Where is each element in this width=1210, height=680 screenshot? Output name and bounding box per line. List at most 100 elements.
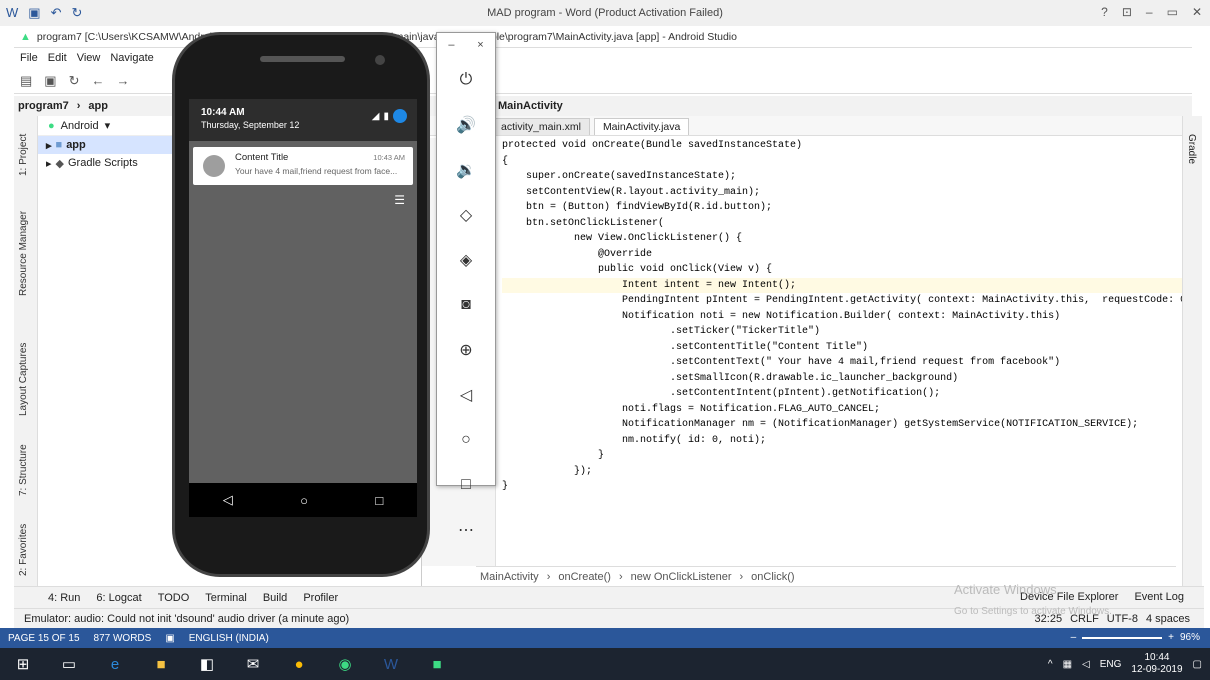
edge-icon[interactable]: e: [102, 654, 128, 674]
todo-tool-button[interactable]: TODO: [158, 592, 190, 604]
screenshot-icon[interactable]: ◙: [437, 282, 495, 327]
menu-navigate[interactable]: Navigate: [110, 52, 153, 64]
mail-icon[interactable]: ✉: [240, 654, 266, 674]
menu-file[interactable]: File: [20, 52, 38, 64]
back-icon[interactable]: ←: [92, 73, 105, 88]
emulator-minimize-button[interactable]: –: [448, 39, 454, 51]
code-area[interactable]: protected void onCreate(Bundle savedInst…: [502, 138, 1186, 566]
more-options-icon[interactable]: ⋯: [437, 507, 495, 552]
crumb-app[interactable]: app: [88, 100, 108, 112]
taskbar-clock[interactable]: 10:44 12-09-2019: [1131, 652, 1182, 676]
overview-button-icon[interactable]: □: [437, 462, 495, 507]
code-line: .setContentTitle("Content Title"): [502, 341, 869, 353]
code-line: });: [502, 465, 593, 477]
zoom-slider[interactable]: [1082, 636, 1163, 639]
windows-start-icon[interactable]: ⊞: [10, 654, 36, 674]
power-icon[interactable]: ⏻: [437, 57, 495, 102]
clear-all-icon[interactable]: ☰: [394, 193, 405, 207]
terminal-tool-button[interactable]: Terminal: [205, 592, 247, 604]
save-all-icon[interactable]: ▣: [44, 73, 56, 89]
run-tool-button[interactable]: 4: Run: [48, 592, 80, 604]
indent-setting[interactable]: 4 spaces: [1146, 613, 1190, 625]
zoom-icon[interactable]: ⊕: [437, 327, 495, 372]
tool-tab-resource-manager[interactable]: Resource Manager: [18, 211, 29, 296]
file-explorer-icon[interactable]: ■: [148, 654, 174, 674]
volume-up-icon[interactable]: 🔊: [437, 102, 495, 147]
zoom-level[interactable]: 96%: [1180, 632, 1200, 643]
close-button[interactable]: ✕: [1192, 5, 1202, 19]
word-icon[interactable]: W: [6, 5, 18, 21]
input-language[interactable]: ENG: [1100, 659, 1122, 670]
emulator-screen[interactable]: 10:44 AM Thursday, September 12 ◢ ▮ Cont…: [189, 99, 417, 517]
expand-icon[interactable]: ▸: [46, 139, 52, 152]
rotate-right-icon[interactable]: ◈: [437, 237, 495, 282]
minimize-button[interactable]: –: [1146, 5, 1153, 19]
chrome-icon[interactable]: ●: [286, 654, 312, 674]
word-count[interactable]: 877 WORDS: [94, 633, 152, 644]
notification-shade-header[interactable]: 10:44 AM Thursday, September 12 ◢ ▮: [189, 99, 417, 141]
code-crumb-method[interactable]: onCreate(): [558, 571, 611, 583]
network-icon[interactable]: ▦: [1063, 659, 1072, 670]
crumb-project[interactable]: program7: [18, 100, 69, 112]
expand-icon[interactable]: ▸: [46, 157, 52, 170]
build-tool-button[interactable]: Build: [263, 592, 287, 604]
emulator-taskbar-icon[interactable]: ■: [424, 654, 450, 674]
menu-edit[interactable]: Edit: [48, 52, 67, 64]
forward-icon[interactable]: →: [117, 73, 130, 88]
tool-tab-layout-captures[interactable]: Layout Captures: [18, 343, 29, 416]
code-crumb-onclick[interactable]: onClick(): [751, 571, 794, 583]
zoom-out-button[interactable]: –: [1071, 632, 1077, 643]
emulator-close-button[interactable]: ×: [477, 39, 483, 51]
back-button-icon[interactable]: ◁: [437, 372, 495, 417]
notification-card[interactable]: Content Title 10:43 AM Your have 4 mail,…: [193, 147, 413, 185]
menu-view[interactable]: View: [77, 52, 101, 64]
tool-tab-favorites[interactable]: 2: Favorites: [18, 524, 29, 576]
event-log-button[interactable]: Event Log: [1134, 591, 1184, 603]
home-button-icon[interactable]: ○: [437, 417, 495, 462]
sync-icon[interactable]: ↻: [69, 73, 80, 89]
volume-icon[interactable]: ◁: [1082, 659, 1090, 670]
code-crumb-listener[interactable]: new OnClickListener: [631, 571, 732, 583]
volume-down-icon[interactable]: 🔉: [437, 147, 495, 192]
android-icon: ●: [48, 119, 55, 132]
page-count[interactable]: PAGE 15 OF 15: [8, 633, 80, 644]
maximize-button[interactable]: ▭: [1167, 5, 1178, 19]
tab-mainactivity-java[interactable]: MainActivity.java: [593, 118, 690, 135]
task-view-icon[interactable]: ▭: [56, 654, 82, 674]
save-icon[interactable]: ▣: [28, 5, 40, 21]
proofing-icon[interactable]: ▣: [165, 633, 174, 644]
store-icon[interactable]: ◧: [194, 654, 220, 674]
tool-tab-project[interactable]: 1: Project: [18, 134, 29, 176]
folder-icon: ■: [55, 139, 63, 151]
profiler-tool-button[interactable]: Profiler: [303, 592, 338, 604]
redo-icon[interactable]: ↻: [71, 5, 82, 21]
user-avatar-icon[interactable]: [393, 109, 407, 123]
code-line: }: [502, 450, 605, 461]
tool-tab-gradle[interactable]: Gradle: [1186, 134, 1197, 164]
show-hidden-icons[interactable]: ^: [1048, 659, 1053, 670]
tab-activity-main-xml[interactable]: activity_main.xml: [492, 118, 590, 135]
recents-nav-icon[interactable]: □: [375, 493, 383, 508]
zoom-in-button[interactable]: +: [1168, 632, 1174, 643]
home-nav-icon[interactable]: ○: [300, 493, 308, 508]
open-folder-icon[interactable]: ▤: [20, 73, 32, 89]
word-taskbar-icon[interactable]: W: [378, 654, 404, 674]
code-line: super.onCreate(savedInstanceState);: [502, 171, 737, 182]
code-crumb-class[interactable]: MainActivity: [480, 571, 539, 583]
android-studio-taskbar-icon[interactable]: ◉: [332, 654, 358, 674]
crumb-mainactivity[interactable]: MainActivity: [498, 100, 563, 112]
tool-tab-structure[interactable]: 7: Structure: [18, 444, 29, 496]
ribbon-display-button[interactable]: ⊡: [1122, 5, 1132, 19]
rotate-left-icon[interactable]: ◇: [437, 192, 495, 237]
help-button[interactable]: ?: [1101, 5, 1108, 19]
notification-center-icon[interactable]: ▢: [1193, 659, 1202, 670]
code-editor: activity_main.xml MainActivity.java 3637…: [422, 116, 1186, 566]
code-breadcrumb: MainActivity › onCreate() › new OnClickLis…: [476, 566, 1176, 586]
code-line: .setTicker("TickerTitle"): [502, 326, 821, 337]
phone-camera: [375, 55, 385, 65]
logcat-tool-button[interactable]: 6: Logcat: [96, 592, 141, 604]
back-nav-icon[interactable]: ◁: [223, 492, 233, 508]
language[interactable]: ENGLISH (INDIA): [189, 633, 269, 644]
undo-icon[interactable]: ↶: [51, 5, 62, 21]
gradle-icon: ◆: [55, 157, 64, 170]
